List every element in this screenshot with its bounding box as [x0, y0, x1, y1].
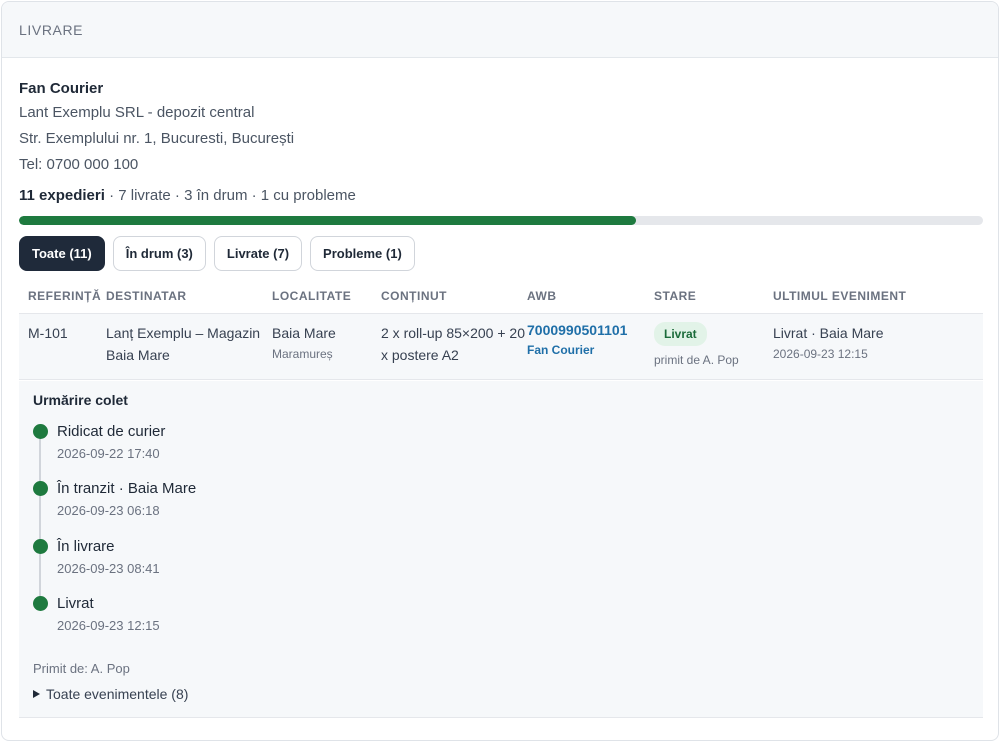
- last-event-label: Livrat · Baia Mare: [773, 325, 884, 341]
- filter-problems[interactable]: Probleme (1): [310, 236, 415, 271]
- status-badge: Livrat: [654, 322, 707, 346]
- carrier-company: Lant Exemplu SRL - depozit central: [19, 104, 255, 121]
- timeline-event: Livrat 2026-09-23 12:15: [33, 593, 433, 643]
- awb-link[interactable]: 7000990501101: [527, 322, 654, 338]
- row-content: 2 x roll-up 85×200 + 20 x postere A2: [381, 325, 525, 363]
- row-location: Baia Mare Maramureș: [272, 322, 381, 379]
- event-time: 2026-09-23 06:18: [57, 503, 160, 518]
- timeline-dot-icon: [33, 424, 48, 439]
- col-reference: Referință: [28, 288, 102, 303]
- all-events-label: Toate evenimentele (8): [46, 686, 189, 702]
- event-time: 2026-09-22 17:40: [57, 446, 160, 461]
- tracking-title: Urmărire colet: [33, 392, 128, 408]
- delivery-card: LIVRARE Fan Courier Lant Exemplu SRL - d…: [1, 1, 999, 741]
- filter-in-transit[interactable]: În drum (3): [112, 236, 206, 271]
- event-label: Ridicat de curier: [57, 423, 166, 440]
- event-label: În livrare: [57, 538, 115, 555]
- card-title: LIVRARE: [19, 21, 84, 38]
- awb-carrier: Fan Courier: [527, 343, 595, 357]
- shipments-table: Referință Destinatar Localitate Conținut…: [19, 278, 983, 380]
- col-status: Stare: [654, 288, 697, 303]
- last-event-time: 2026-09-23 12:15: [773, 347, 868, 361]
- event-label: În tranzit · Baia Mare: [57, 480, 197, 497]
- col-recipient: Destinatar: [106, 288, 187, 303]
- carrier-info: Fan Courier Lant Exemplu SRL - depozit c…: [19, 79, 294, 177]
- table-header: Referință Destinatar Localitate Conținut…: [19, 278, 983, 314]
- timeline-dot-icon: [33, 481, 48, 496]
- timeline-event: În livrare 2026-09-23 08:41: [33, 536, 433, 586]
- row-county: Maramureș: [272, 347, 333, 361]
- card-header: LIVRARE: [2, 2, 998, 58]
- event-time: 2026-09-23 12:15: [57, 618, 160, 633]
- col-city: Localitate: [272, 288, 352, 303]
- table-row[interactable]: M-101 Lanț Exemplu – Magazin Baia Mare B…: [19, 314, 983, 380]
- carrier-name: Fan Courier: [19, 80, 104, 97]
- status-received-by: primit de A. Pop: [654, 353, 739, 367]
- delivery-progress-bar: [19, 216, 983, 225]
- timeline-event: În tranzit · Baia Mare 2026-09-23 06:18: [33, 478, 433, 528]
- timeline-event: Ridicat de curier 2026-09-22 17:40: [33, 421, 433, 471]
- col-content: Conținut: [381, 288, 447, 303]
- row-city: Baia Mare: [272, 325, 336, 341]
- summary-total: 11 expedieri: [19, 187, 105, 204]
- col-last-event: Ultimul eveniment: [773, 288, 907, 303]
- row-reference: M-101: [28, 325, 68, 341]
- carrier-address: Str. Exemplului nr. 1, Bucuresti, Bucure…: [19, 130, 295, 147]
- row-recipient: Lanț Exemplu – Magazin Baia Mare: [106, 325, 261, 363]
- row-status: Livrat primit de A. Pop: [654, 322, 773, 379]
- carrier-phone: Tel: 0700 000 100: [19, 156, 139, 173]
- filter-all[interactable]: Toate (11): [19, 236, 105, 271]
- timeline-dot-icon: [33, 596, 48, 611]
- summary-breakdown: · 7 livrate · 3 în drum · 1 cu probleme: [104, 187, 356, 204]
- progress-fill: [19, 216, 636, 225]
- col-awb: AWB: [527, 288, 557, 303]
- timeline-dot-icon: [33, 539, 48, 554]
- all-events-toggle[interactable]: Toate evenimentele (8): [33, 686, 188, 702]
- event-label: Livrat: [57, 595, 94, 612]
- row-last-event: Livrat · Baia Mare 2026-09-23 12:15: [773, 322, 973, 379]
- filter-tabs: Toate (11) În drum (3) Livrate (7) Probl…: [19, 236, 415, 271]
- tracking-details: Urmărire colet Ridicat de curier 2026-09…: [19, 381, 983, 718]
- event-time: 2026-09-23 08:41: [57, 561, 160, 576]
- row-awb: 7000990501101 Fan Courier: [527, 322, 654, 379]
- received-by: Primit de: A. Pop: [33, 661, 130, 676]
- shipment-summary: 11 expedieri · 7 livrate · 3 în drum · 1…: [19, 186, 356, 206]
- filter-delivered[interactable]: Livrate (7): [213, 236, 303, 271]
- disclosure-triangle-icon: [33, 690, 40, 698]
